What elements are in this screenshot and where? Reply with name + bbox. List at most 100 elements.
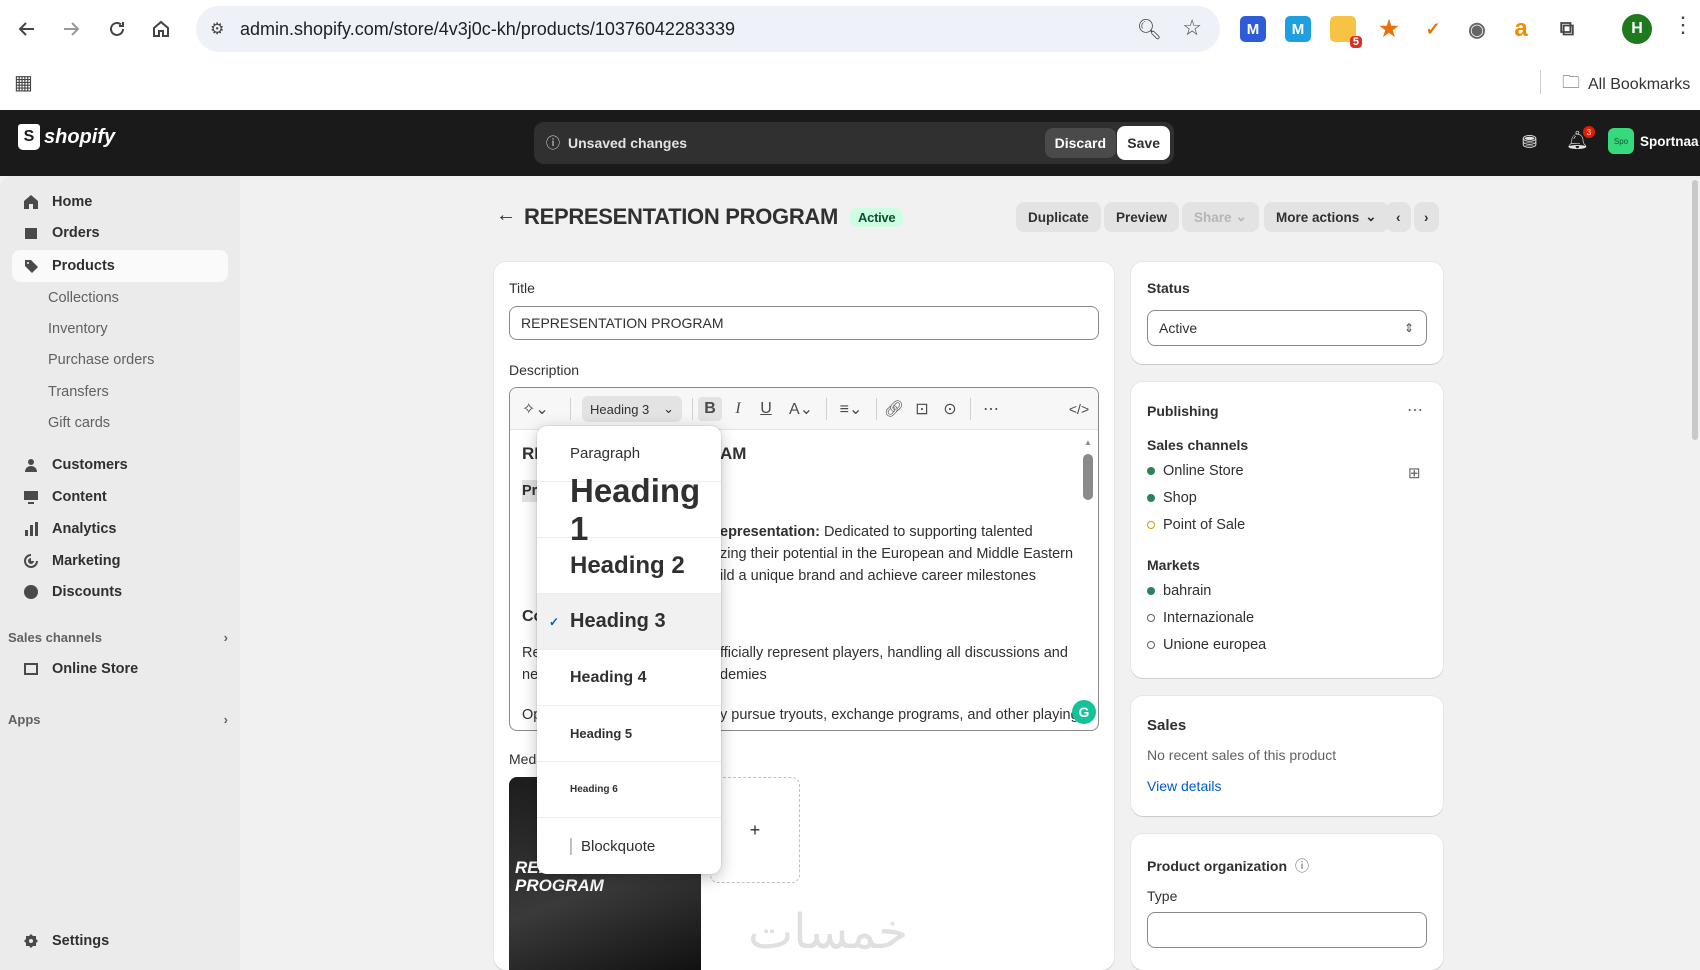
text-color-button[interactable]: A⌄	[784, 397, 818, 421]
status-select[interactable]: Active ⇕	[1147, 310, 1427, 346]
sidebar-sub-inventory[interactable]: Inventory	[48, 321, 108, 337]
notification-bell-icon[interactable]: 🔔︎ 3	[1566, 126, 1595, 151]
editor-text: Dedicated to supporting talented	[819, 524, 1033, 540]
italic-button[interactable]: I	[726, 397, 750, 421]
extension-star-icon[interactable]: ★	[1376, 16, 1402, 42]
dropdown-item-heading-6[interactable]: Heading 6	[537, 762, 721, 818]
share-button[interactable]: Share ⌄	[1182, 202, 1259, 232]
editor-text-ne: ne	[522, 667, 539, 683]
add-media-button[interactable]: +	[710, 777, 800, 883]
browser-menu-icon[interactable]: ⋮	[1672, 12, 1694, 38]
sidebar-item-settings[interactable]: Settings	[12, 925, 228, 957]
next-product-button[interactable]: ›	[1414, 202, 1439, 232]
video-icon[interactable]: ⊙	[938, 397, 962, 421]
page-scrollbar[interactable]	[1692, 180, 1698, 440]
image-icon[interactable]: ⊡	[910, 397, 934, 421]
extension-person-icon[interactable]: ✓	[1420, 16, 1446, 42]
sidebar-item-analytics[interactable]: Analytics	[12, 513, 228, 545]
sidebar-item-products[interactable]: Products	[12, 250, 228, 282]
sidebar-sub-collections[interactable]: Collections	[48, 290, 119, 306]
view-details-link[interactable]: View details	[1147, 778, 1221, 794]
description-label: Description	[509, 362, 580, 378]
dropdown-item-heading-1[interactable]: Heading 1	[537, 472, 721, 547]
store-name: Sportnaa	[1640, 133, 1699, 149]
align-button[interactable]: ≡⌄	[834, 397, 868, 421]
code-view-icon[interactable]: </>	[1066, 397, 1092, 421]
dropdown-item-label: Heading 2	[570, 551, 685, 579]
info-icon[interactable]: ⓘ	[1295, 856, 1309, 876]
status-badge: Active	[850, 207, 904, 227]
grammarly-icon[interactable]: G	[1072, 700, 1096, 724]
zoom-icon[interactable]: 🔍︎	[1137, 17, 1162, 42]
status-dot-on	[1147, 494, 1155, 502]
media-label: Medi	[509, 751, 540, 767]
ai-magic-icon[interactable]: ✧⌄	[522, 397, 549, 421]
profile-avatar[interactable]: H	[1622, 14, 1652, 44]
sidebar-item-label: Online Store	[52, 661, 139, 677]
sidebar-item-customers[interactable]: Customers	[12, 449, 228, 481]
sales-channels-section[interactable]: Sales channels ›	[8, 630, 228, 645]
extension-m-icon[interactable]: M	[1240, 16, 1266, 42]
sidekick-icon[interactable]: ⛃	[1522, 132, 1537, 153]
editor-selected-text: Pr	[522, 480, 538, 502]
site-settings-icon[interactable]: ⚙	[210, 19, 224, 39]
type-input[interactable]	[1147, 912, 1427, 948]
dropdown-item-heading-4[interactable]: Heading 4	[537, 650, 721, 706]
extensions-puzzle-icon[interactable]: ⧉	[1554, 16, 1580, 42]
dropdown-item-heading-5[interactable]: Heading 5	[537, 706, 721, 762]
extension-mail-icon[interactable]: M	[1285, 16, 1311, 42]
tag-icon	[22, 257, 40, 275]
sidebar-item-home[interactable]: Home	[12, 186, 228, 218]
reload-button[interactable]	[102, 14, 132, 44]
all-bookmarks[interactable]: 🗀 All Bookmarks	[1562, 70, 1690, 100]
extension-camera-icon[interactable]: ◉	[1464, 16, 1490, 42]
sidebar-sub-gift-cards[interactable]: Gift cards	[48, 415, 110, 431]
dropdown-item-label: Heading 5	[570, 726, 633, 741]
link-icon[interactable]: 🔗︎	[882, 397, 906, 421]
dropdown-item-heading-3[interactable]: ✓ Heading 3	[537, 594, 721, 650]
manage-channels-icon[interactable]: ⊞	[1408, 464, 1421, 482]
editor-scrollbar[interactable]	[1083, 454, 1093, 500]
dropdown-item-blockquote[interactable]: Blockquote	[537, 818, 721, 874]
dropdown-item-heading-2[interactable]: Heading 2	[537, 538, 721, 594]
publishing-more-icon[interactable]: ⋯	[1407, 400, 1423, 420]
heading-dropdown: Paragraph Heading 1 Heading 2 ✓ Heading …	[537, 426, 721, 874]
sidebar-sub-purchase-orders[interactable]: Purchase orders	[48, 352, 154, 368]
editor-paragraph-2-line-2: demies	[720, 667, 767, 683]
preview-button[interactable]: Preview	[1104, 202, 1180, 232]
sidebar-sub-transfers[interactable]: Transfers	[48, 384, 109, 400]
more-formatting-icon[interactable]: ⋯	[976, 397, 1006, 421]
bold-button[interactable]: B	[698, 397, 722, 421]
forward-button[interactable]	[56, 14, 86, 44]
back-button[interactable]	[12, 14, 42, 44]
scroll-up-icon[interactable]: ▲	[1084, 438, 1092, 447]
bookmark-star-icon[interactable]: ☆	[1182, 15, 1202, 41]
status-dot-off	[1147, 641, 1155, 649]
discard-button[interactable]: Discard	[1044, 128, 1116, 158]
sidebar-item-online-store[interactable]: Online Store	[12, 653, 228, 685]
duplicate-button[interactable]: Duplicate	[1016, 202, 1101, 232]
title-input[interactable]: REPRESENTATION PROGRAM	[509, 306, 1099, 340]
extension-amazon-icon[interactable]: a	[1508, 15, 1534, 42]
heading-select[interactable]: Heading 3 ⌄	[582, 396, 682, 422]
apps-grid-icon[interactable]: ▦	[14, 70, 33, 95]
dropdown-item-label: Heading 6	[570, 784, 618, 795]
extension-bulb-icon[interactable]: 5	[1330, 16, 1362, 48]
home-button[interactable]	[146, 14, 176, 44]
underline-button[interactable]: U	[754, 397, 778, 421]
product-organization-title: Product organization	[1147, 858, 1287, 874]
more-actions-button[interactable]: More actions ⌄	[1264, 202, 1389, 232]
orders-icon	[22, 224, 40, 242]
previous-product-button[interactable]: ‹	[1386, 202, 1411, 232]
apps-section[interactable]: Apps ›	[8, 712, 228, 727]
sidebar-item-orders[interactable]: Orders	[12, 217, 228, 249]
shopify-logo[interactable]: S shopify	[18, 124, 115, 150]
sidebar-item-marketing[interactable]: Marketing	[12, 545, 228, 577]
sidebar-item-content[interactable]: Content	[12, 481, 228, 513]
reload-icon	[110, 21, 124, 36]
save-button[interactable]: Save	[1117, 126, 1170, 160]
back-arrow-icon[interactable]: ←	[496, 204, 516, 227]
address-bar[interactable]: ⚙ admin.shopify.com/store/4v3j0c-kh/prod…	[196, 6, 1220, 52]
sidebar-item-discounts[interactable]: Discounts	[12, 576, 228, 608]
store-menu[interactable]: Spo Sportnaa	[1608, 128, 1699, 154]
